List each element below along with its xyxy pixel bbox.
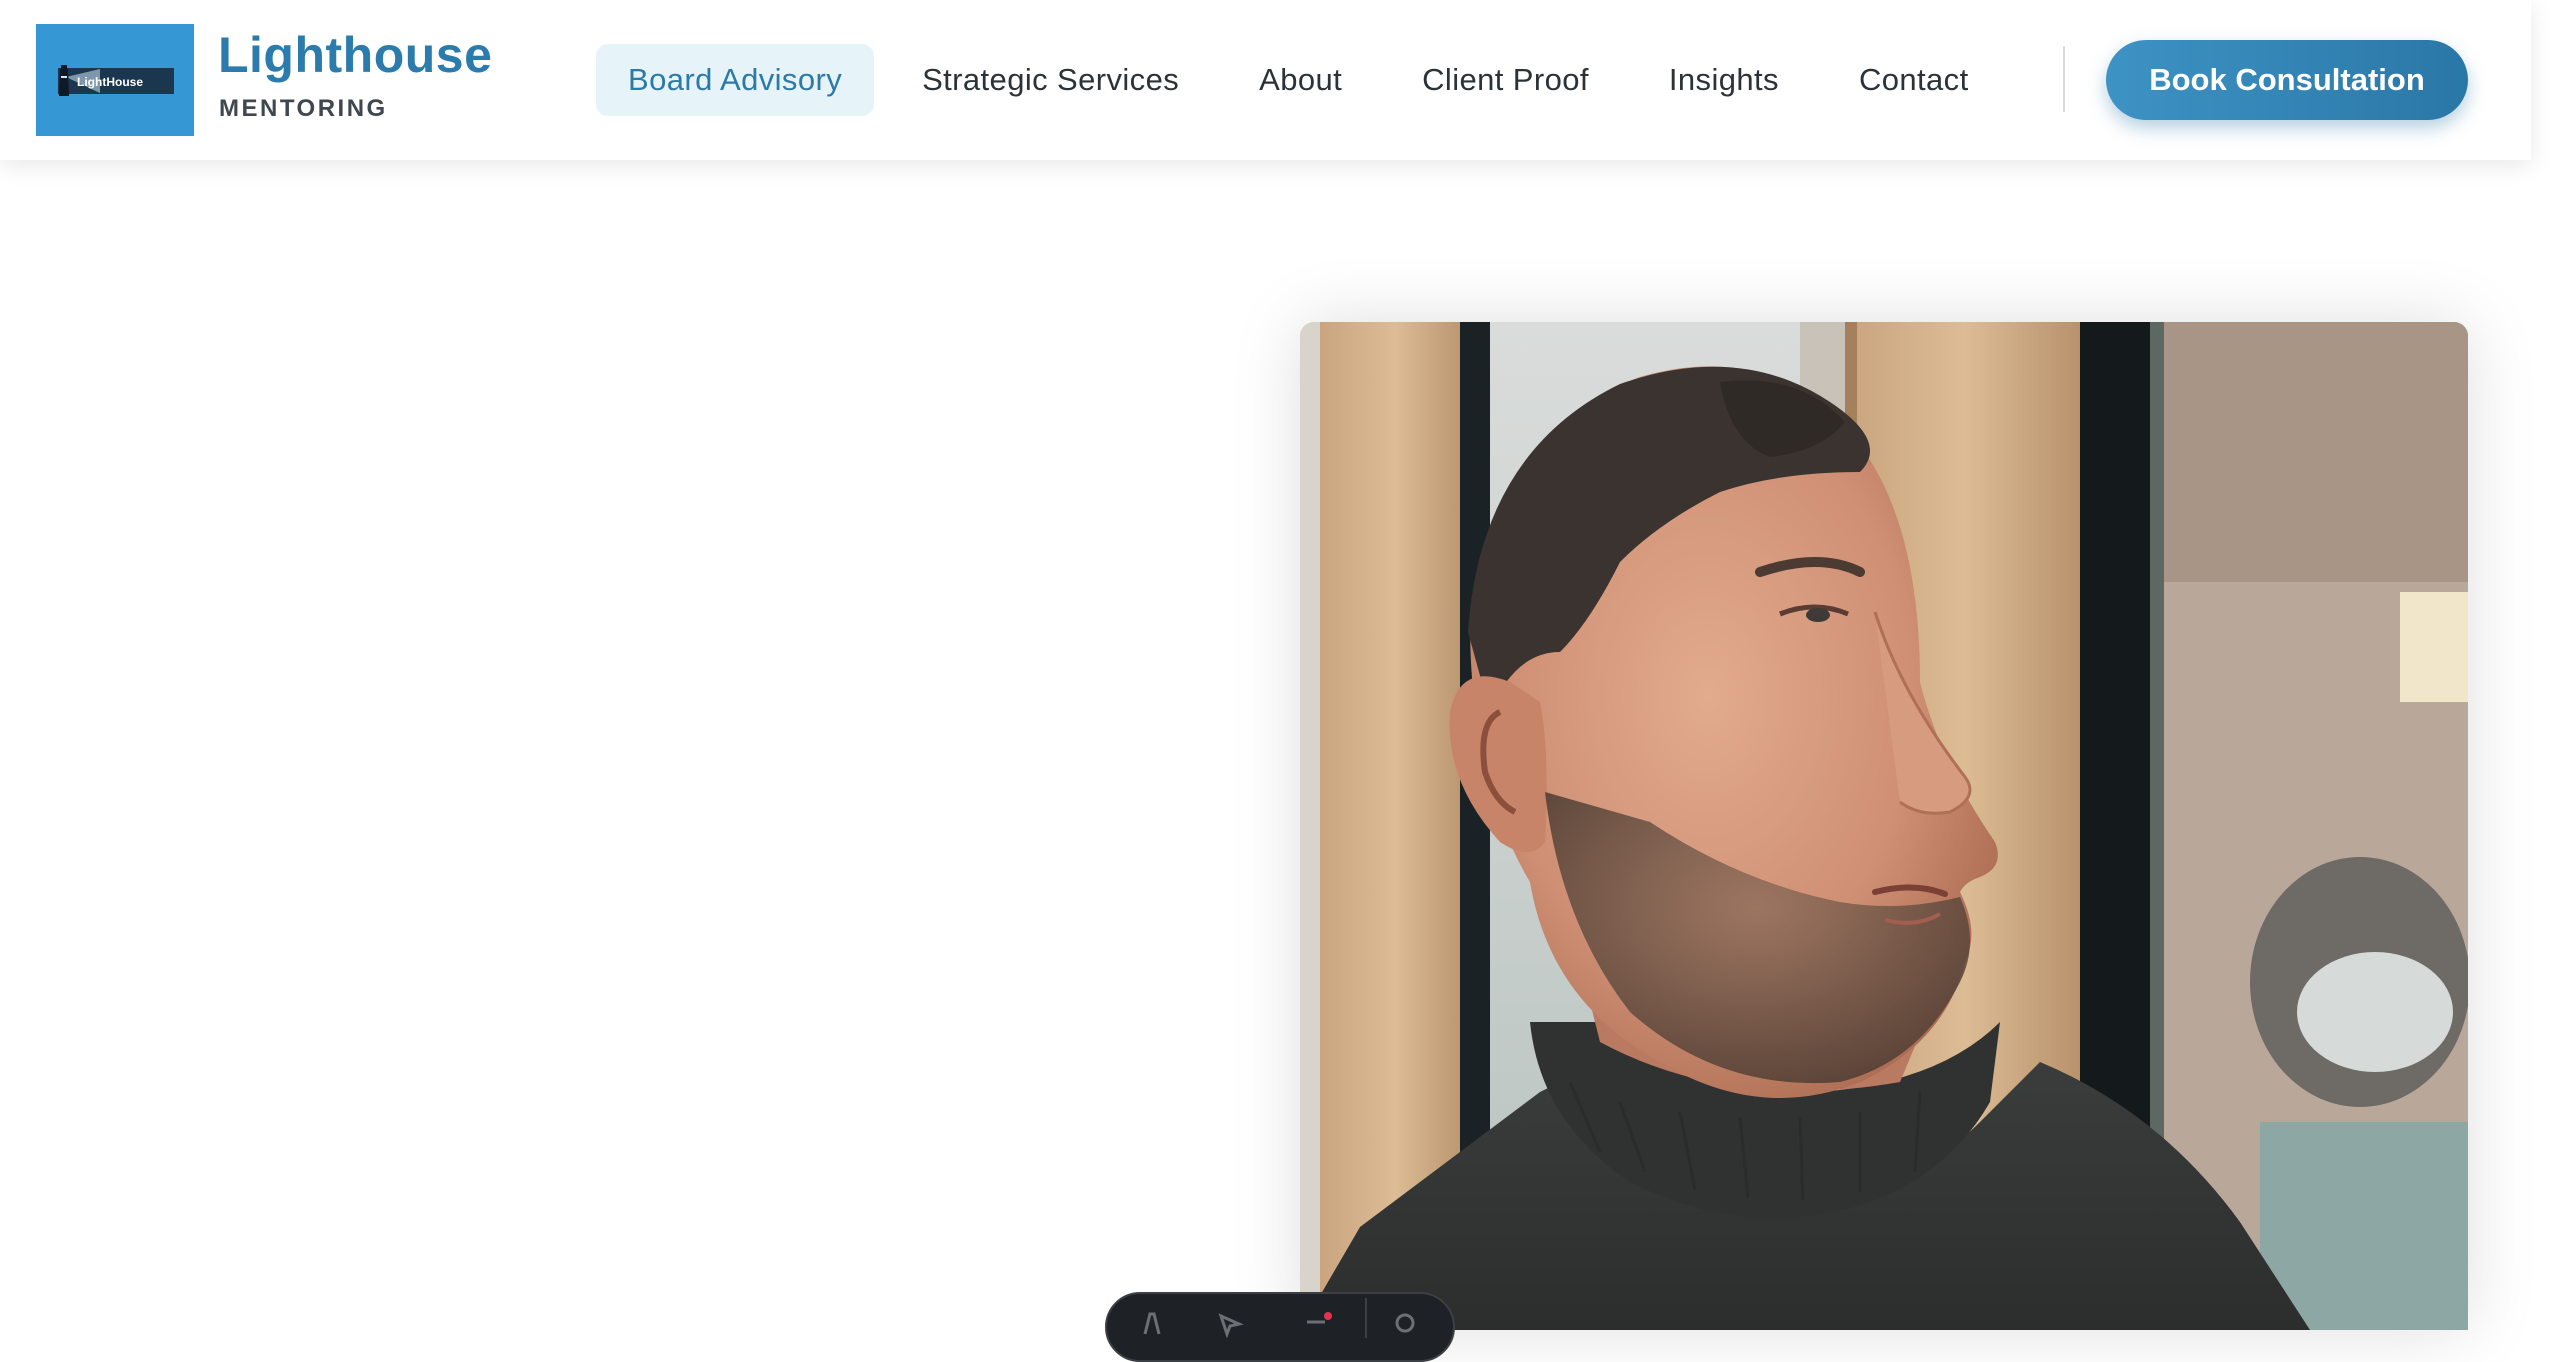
pointer-icon[interactable] [1215,1308,1245,1338]
astro-icon[interactable] [1137,1308,1167,1338]
toolbar-divider [1365,1298,1367,1338]
svg-text:LightHouse: LightHouse [77,75,143,89]
audit-icon[interactable] [1303,1308,1333,1338]
nav-divider [2063,46,2065,112]
nav-about[interactable]: About [1227,44,1374,116]
site-header: LightHouse Lighthouse MENTORING Board Ad… [0,0,2531,160]
nav-board-advisory[interactable]: Board Advisory [596,44,875,116]
settings-icon[interactable] [1390,1308,1420,1338]
book-consultation-button[interactable]: Book Consultation [2106,40,2468,120]
logo[interactable]: LightHouse [36,24,194,136]
dev-toolbar[interactable] [1105,1292,1455,1362]
nav-contact[interactable]: Contact [1827,44,2001,116]
lighthouse-icon: LightHouse [58,65,174,96]
brand-subtitle: MENTORING [219,95,388,122]
nav-insights[interactable]: Insights [1637,44,1811,116]
main-nav: Board Advisory Strategic Services About … [596,44,2017,116]
nav-strategic-services[interactable]: Strategic Services [890,44,1211,116]
nav-client-proof[interactable]: Client Proof [1390,44,1621,116]
hero-portrait-photo [1300,322,2468,1330]
brand-name[interactable]: Lighthouse [218,30,492,80]
